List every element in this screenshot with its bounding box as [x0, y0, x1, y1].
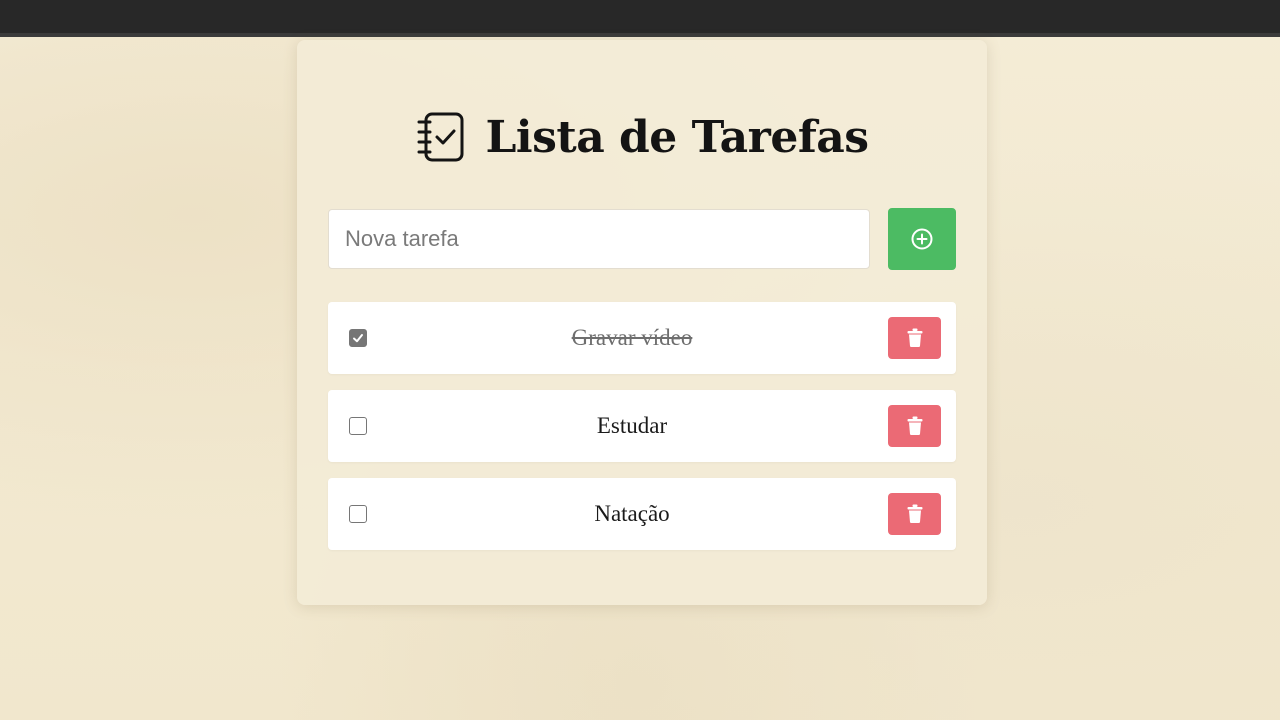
delete-task-button[interactable]: [888, 405, 941, 447]
trash-icon: [907, 504, 922, 523]
task-checkbox[interactable]: [349, 329, 367, 347]
add-task-button[interactable]: [888, 208, 956, 270]
trash-icon: [907, 328, 922, 347]
task-item: Gravar vídeo: [328, 302, 956, 374]
plus-circle-icon: [911, 228, 933, 250]
delete-task-button[interactable]: [888, 317, 941, 359]
page-title: Lista de Tarefas: [485, 112, 869, 163]
task-list: Gravar vídeo Estudar Natação: [328, 302, 956, 566]
todo-card: Lista de Tarefas Gravar vídeo: [297, 40, 987, 605]
task-checkbox[interactable]: [349, 417, 367, 435]
browser-top-bar: [0, 0, 1280, 37]
task-item: Natação: [328, 478, 956, 550]
check-icon: [353, 334, 363, 343]
task-item: Estudar: [328, 390, 956, 462]
trash-icon: [907, 416, 922, 435]
delete-task-button[interactable]: [888, 493, 941, 535]
task-label: Estudar: [596, 413, 668, 438]
new-task-input[interactable]: [328, 209, 870, 269]
header: Lista de Tarefas: [297, 108, 987, 168]
checklist-notebook-icon: [417, 112, 464, 162]
task-label: Gravar vídeo: [571, 325, 693, 350]
task-checkbox[interactable]: [349, 505, 367, 523]
task-label: Natação: [594, 501, 670, 526]
new-task-form: [328, 208, 956, 270]
